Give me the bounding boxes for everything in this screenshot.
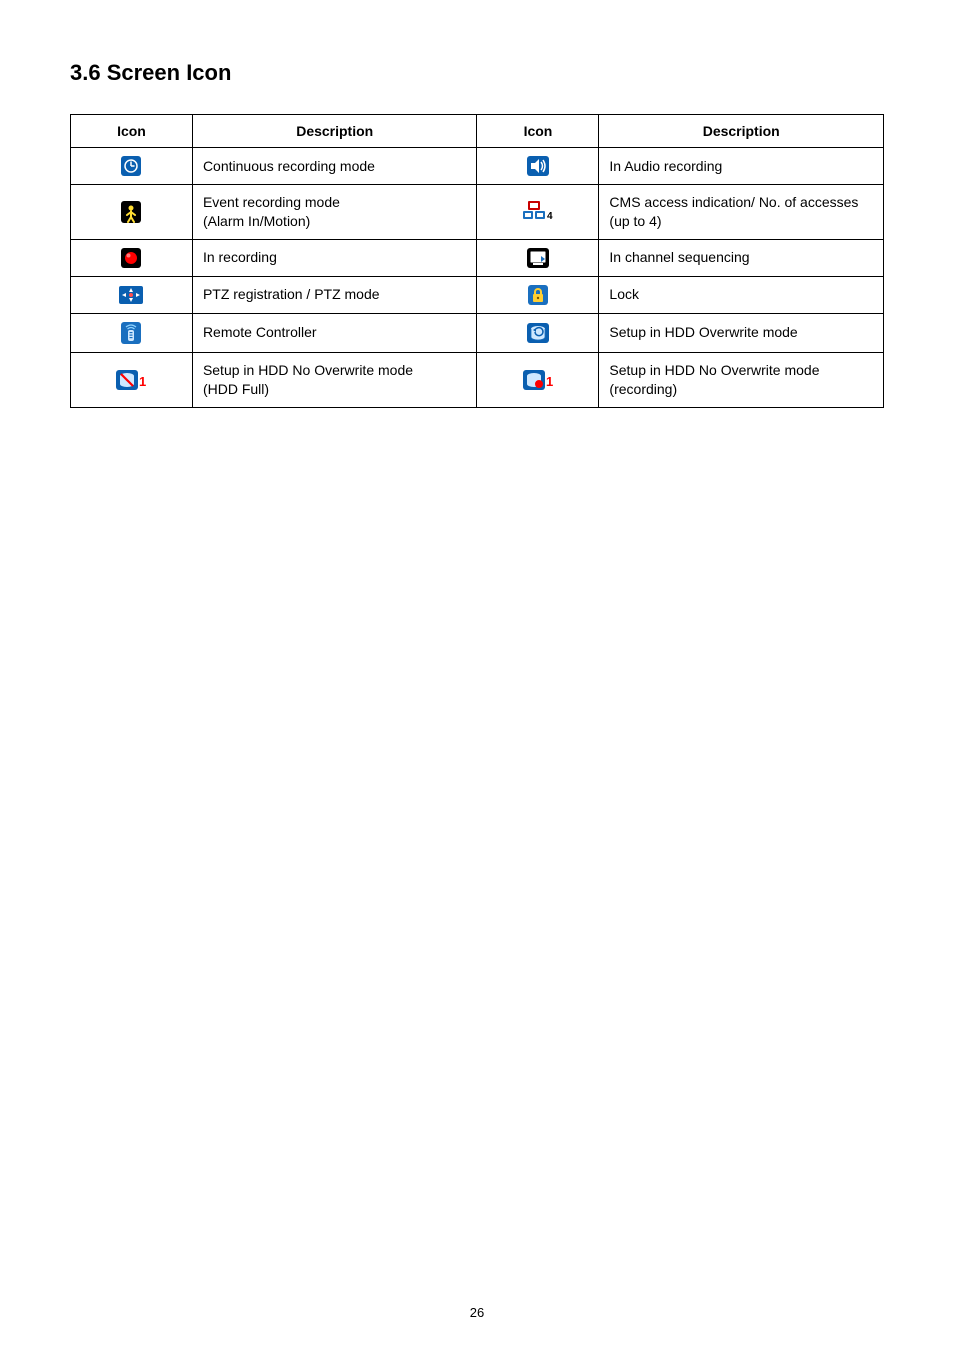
table-row: Event recording mode(Alarm In/Motion) 4 [71, 185, 884, 240]
table-row: Remote Controller Setup in HDD Overw [71, 313, 884, 352]
continuous-rec-desc: Continuous recording mode [192, 148, 477, 185]
channel-seq-icon [527, 248, 549, 268]
ptz-mode-desc: PTZ registration / PTZ mode [192, 276, 477, 313]
hdd-no-overwrite-rec-desc: Setup in HDD No Overwrite mode(recording… [599, 352, 884, 407]
remote-controller-icon [121, 322, 141, 344]
audio-rec-icon [527, 156, 549, 176]
continuous-rec-icon [121, 156, 141, 176]
lock-icon-cell [477, 276, 599, 313]
table-row: In recording In channel sequencing [71, 239, 884, 276]
hdd-no-overwrite-full-icon-cell: 1 [71, 352, 193, 407]
hdd-overwrite-icon-cell [477, 313, 599, 352]
cms-access-icon-cell: 4 [477, 185, 599, 240]
page: 3.6 Screen Icon Icon Description Icon De… [0, 0, 954, 1350]
header-desc-left: Description [192, 115, 477, 148]
remote-controller-desc: Remote Controller [192, 313, 477, 352]
table-row: PTZ registration / PTZ mode Lock [71, 276, 884, 313]
cms-access-icon: 4 [523, 201, 553, 223]
svg-text:1: 1 [139, 374, 146, 389]
in-recording-desc: In recording [192, 239, 477, 276]
page-number: 26 [0, 1305, 954, 1320]
header-desc-right: Description [599, 115, 884, 148]
hdd-no-overwrite-full-desc: Setup in HDD No Overwrite mode(HDD Full) [192, 352, 477, 407]
hdd-no-overwrite-full-icon: 1 [116, 370, 146, 390]
hdd-no-overwrite-rec-icon: 1 [523, 370, 553, 390]
hdd-overwrite-desc: Setup in HDD Overwrite mode [599, 313, 884, 352]
event-rec-desc: Event recording mode(Alarm In/Motion) [192, 185, 477, 240]
in-recording-icon [121, 248, 141, 268]
audio-rec-desc: In Audio recording [599, 148, 884, 185]
ptz-mode-icon-cell [71, 276, 193, 313]
event-rec-icon [121, 201, 141, 223]
hdd-overwrite-icon [527, 323, 549, 343]
hdd-no-overwrite-rec-icon-cell: 1 [477, 352, 599, 407]
audio-rec-icon-cell [477, 148, 599, 185]
lock-desc: Lock [599, 276, 884, 313]
table-header-row: Icon Description Icon Description [71, 115, 884, 148]
channel-seq-desc: In channel sequencing [599, 239, 884, 276]
ptz-mode-icon [119, 286, 143, 304]
remote-controller-icon-cell [71, 313, 193, 352]
svg-text:1: 1 [546, 374, 553, 389]
header-icon-left: Icon [71, 115, 193, 148]
header-icon-right: Icon [477, 115, 599, 148]
svg-text:4: 4 [547, 211, 553, 222]
table-row: 1 Setup in HDD No Overwrite mode(HDD Ful… [71, 352, 884, 407]
event-rec-icon-cell [71, 185, 193, 240]
lock-icon [528, 285, 548, 305]
table-row: Continuous recording mode In Audio recor… [71, 148, 884, 185]
in-recording-icon-cell [71, 239, 193, 276]
continuous-rec-icon-cell [71, 148, 193, 185]
cms-access-desc: CMS access indication/ No. of accesses(u… [599, 185, 884, 240]
section-heading: 3.6 Screen Icon [70, 60, 884, 86]
screen-icon-table: Icon Description Icon Description [70, 114, 884, 408]
channel-seq-icon-cell [477, 239, 599, 276]
